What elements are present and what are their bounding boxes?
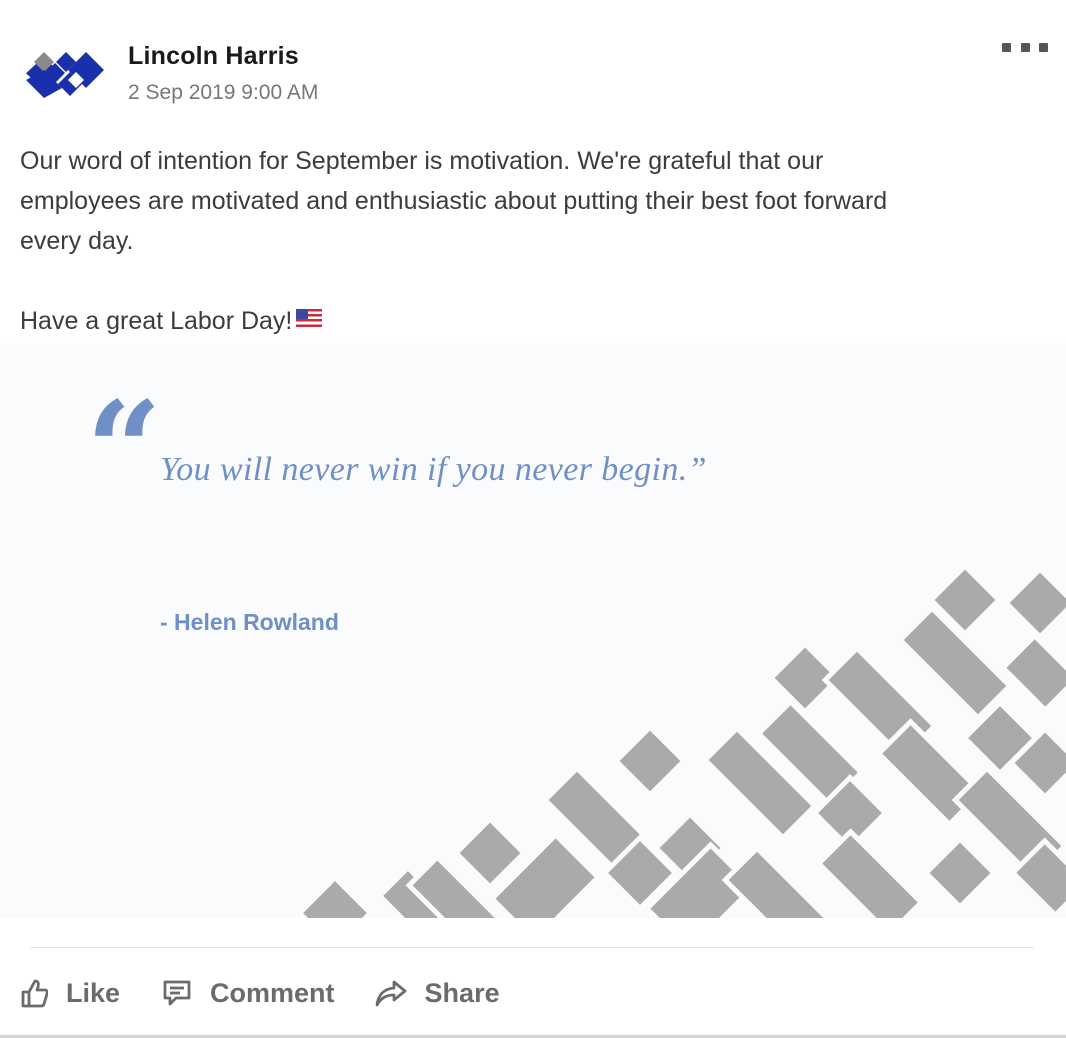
share-arrow-icon (375, 979, 407, 1007)
pattern-tile (922, 835, 998, 911)
actions-divider (30, 947, 1034, 948)
social-post-card: Lincoln Harris 2 Sep 2019 9:00 AM Our wo… (0, 0, 1066, 1038)
post-closing-line: Have a great Labor Day! (20, 301, 1020, 341)
pattern-tile (612, 723, 688, 799)
post-header: Lincoln Harris 2 Sep 2019 9:00 AM (0, 0, 1066, 130)
quote-attribution: - Helen Rowland (160, 609, 339, 635)
comment-label: Comment (210, 977, 335, 1008)
thumbs-up-icon (20, 978, 48, 1008)
more-options-button[interactable] (1002, 34, 1048, 60)
post-text: Our word of intention for September is m… (20, 141, 1020, 341)
share-label: Share (424, 977, 500, 1008)
more-options-dot (1039, 42, 1048, 52)
comment-icon (162, 979, 192, 1007)
lincoln-harris-logo-icon (26, 52, 104, 98)
post-text-line-3: every day. (20, 227, 134, 255)
comment-button[interactable]: Comment (162, 978, 335, 1009)
like-label: Like (66, 977, 121, 1008)
pattern-tile (1002, 565, 1066, 641)
post-timestamp: 2 Sep 2019 9:00 AM (128, 81, 319, 104)
more-options-icon (1002, 42, 1011, 52)
pattern-tile (815, 828, 925, 918)
pattern-tile (721, 844, 839, 918)
closing-text: Have a great Labor Day! (20, 307, 293, 335)
more-options-dot (1020, 42, 1030, 52)
author-name[interactable]: Lincoln Harris (128, 42, 299, 71)
pattern-tile (296, 874, 374, 918)
company-logo-avatar[interactable] (24, 46, 108, 102)
pattern-tile (999, 632, 1066, 714)
post-text-line-1: Our word of intention for September is m… (20, 147, 824, 175)
share-button[interactable]: Share (375, 978, 500, 1009)
post-text-line-2: employees are motivated and enthusiastic… (20, 187, 888, 215)
quote-text: You will never win if you never begin.” (160, 451, 707, 488)
quote-mark: “ (86, 373, 162, 528)
like-button[interactable]: Like (20, 978, 120, 1009)
post-actions: Like Comment Share (20, 968, 540, 1018)
us-flag-icon (296, 299, 323, 339)
